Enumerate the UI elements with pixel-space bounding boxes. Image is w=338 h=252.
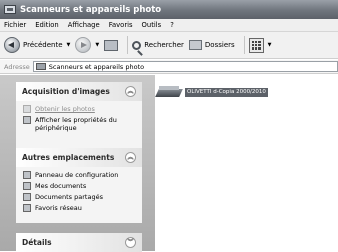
shared-documents-label: Documents partagés (35, 193, 103, 201)
views-icon (248, 37, 264, 53)
folder-icon (23, 182, 31, 190)
my-documents-label: Mes documents (35, 182, 87, 190)
acquisition-header[interactable]: Acquisition d'images ︽ (16, 82, 142, 101)
chevron-up-icon[interactable]: ︽ (125, 152, 136, 163)
chevron-down-icon[interactable]: ▼ (268, 42, 272, 48)
folder-up-icon (104, 39, 119, 51)
other-places-header[interactable]: Autres emplacements ︽ (16, 148, 142, 167)
details-title: Détails (22, 238, 52, 247)
search-button[interactable]: Rechercher (132, 34, 184, 56)
chevron-down-icon[interactable]: ︾ (125, 237, 136, 248)
forward-button[interactable]: ▼ (75, 34, 99, 56)
control-panel-link[interactable]: Panneau de configuration (23, 171, 136, 179)
back-arrow-icon (4, 37, 20, 53)
menu-help[interactable]: ? (170, 21, 174, 29)
up-folder-button[interactable] (104, 34, 119, 56)
menu-fichier[interactable]: Fichier (4, 21, 26, 29)
toolbar: Précédente ▼ ▼ Rechercher Dossiers ▼ (0, 32, 338, 59)
toolbar-separator (243, 36, 245, 54)
network-icon (23, 204, 31, 212)
scanner-folder-icon (35, 63, 46, 70)
control-panel-icon (23, 171, 31, 179)
other-places-panel: Autres emplacements ︽ Panneau de configu… (16, 148, 142, 223)
search-label: Rechercher (144, 41, 184, 49)
window-title: Scanneurs et appareils photo (20, 4, 162, 15)
folders-icon (188, 40, 202, 50)
task-pane: Acquisition d'images ︽ Obtenir les photo… (0, 75, 155, 252)
address-label: Adresse (4, 62, 30, 71)
acquisition-title: Acquisition d'images (22, 87, 110, 96)
details-panel: Détails ︾ (16, 233, 142, 252)
details-header[interactable]: Détails ︾ (16, 233, 142, 252)
toolbar-separator (127, 36, 129, 54)
back-button[interactable]: Précédente ▼ (4, 34, 70, 56)
views-button[interactable]: ▼ (248, 34, 272, 56)
menu-favoris[interactable]: Favoris (109, 21, 133, 29)
menu-outils[interactable]: Outils (142, 21, 162, 29)
menu-bar: Fichier Edition Affichage Favoris Outils… (0, 19, 338, 32)
properties-icon (23, 116, 31, 124)
address-field[interactable]: Scanneurs et appareils photo (32, 61, 338, 72)
menu-edition[interactable]: Edition (35, 21, 59, 29)
scanner-icon (4, 5, 16, 14)
my-documents-link[interactable]: Mes documents (23, 182, 136, 190)
scanner-icon[interactable] (155, 85, 183, 99)
device-name[interactable]: OLIVETTI d-Copia 2000/2010 (185, 88, 268, 97)
title-bar: Scanneurs et appareils photo (0, 0, 338, 19)
forward-arrow-icon (75, 37, 92, 53)
other-places-title: Autres emplacements (22, 153, 115, 162)
camera-icon (23, 105, 31, 113)
shared-documents-link[interactable]: Documents partagés (23, 193, 136, 201)
search-icon (132, 40, 142, 50)
acquisition-panel: Acquisition d'images ︽ Obtenir les photo… (16, 82, 142, 151)
get-photos-label: Obtenir les photos (35, 105, 95, 113)
address-bar: Adresse Scanneurs et appareils photo (0, 60, 338, 74)
folders-button[interactable]: Dossiers (188, 34, 235, 56)
folders-label: Dossiers (204, 41, 235, 49)
chevron-up-icon[interactable]: ︽ (125, 86, 136, 97)
control-panel-label: Panneau de configuration (35, 171, 119, 179)
address-value: Scanneurs et appareils photo (48, 62, 145, 71)
device-properties-label: Afficher les propriétés du périphérique (35, 116, 117, 132)
get-photos-link[interactable]: Obtenir les photos (23, 105, 136, 113)
menu-affichage[interactable]: Affichage (68, 21, 100, 29)
shared-folder-icon (23, 193, 31, 201)
back-label: Précédente (23, 41, 63, 49)
network-places-label: Favoris réseau (35, 204, 82, 212)
chevron-down-icon[interactable]: ▼ (67, 42, 71, 48)
network-places-link[interactable]: Favoris réseau (23, 204, 136, 212)
device-properties-link[interactable]: Afficher les propriétés du périphérique (23, 116, 136, 132)
chevron-down-icon[interactable]: ▼ (95, 42, 99, 48)
device-list: OLIVETTI d-Copia 2000/2010 (155, 75, 338, 251)
